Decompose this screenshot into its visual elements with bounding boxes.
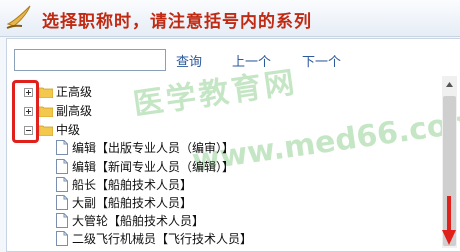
- document-icon: [56, 231, 68, 246]
- document-icon: [56, 140, 68, 155]
- document-icon: [56, 159, 68, 174]
- tree-leaf-label[interactable]: 编辑【出版专业人员（编审）】: [72, 139, 234, 157]
- red-down-arrow-icon: [442, 196, 456, 245]
- search-input[interactable]: [14, 49, 166, 71]
- page-title: 选择职称时，请注意括号内的系列: [42, 12, 312, 32]
- document-icon: [56, 177, 68, 192]
- tree-leaf-label[interactable]: 船长【船舶技术人员】: [72, 176, 192, 194]
- tree-leaf-label[interactable]: 编辑【新闻专业人员（编辑）】: [72, 158, 234, 176]
- document-icon: [56, 213, 68, 228]
- tree-node-label[interactable]: 副高级: [56, 102, 92, 120]
- header-bar: 选择职称时，请注意括号内的系列: [0, 0, 460, 37]
- scroll-up-arrow-icon[interactable]: [443, 78, 456, 92]
- folder-icon: [37, 106, 53, 117]
- tree-leaf-label[interactable]: 大管轮【船舶技术人员】: [72, 212, 204, 230]
- highlight-box: [12, 80, 39, 143]
- document-icon: [56, 195, 68, 210]
- tree-node-label[interactable]: 正高级: [56, 83, 92, 101]
- tree-leaf-label[interactable]: 二级飞行机械员【飞行技术人员】: [72, 230, 252, 248]
- prev-link[interactable]: 上一个: [232, 51, 271, 70]
- tree-node-label[interactable]: 中级: [56, 121, 80, 139]
- tree-leaf-label[interactable]: 大副【船舶技术人员】: [72, 194, 192, 212]
- next-link[interactable]: 下一个: [302, 51, 341, 70]
- folder-icon: [37, 87, 53, 98]
- query-link[interactable]: 查询: [176, 51, 202, 70]
- quill-pen-icon: [6, 5, 31, 29]
- folder-open-icon: [37, 125, 53, 136]
